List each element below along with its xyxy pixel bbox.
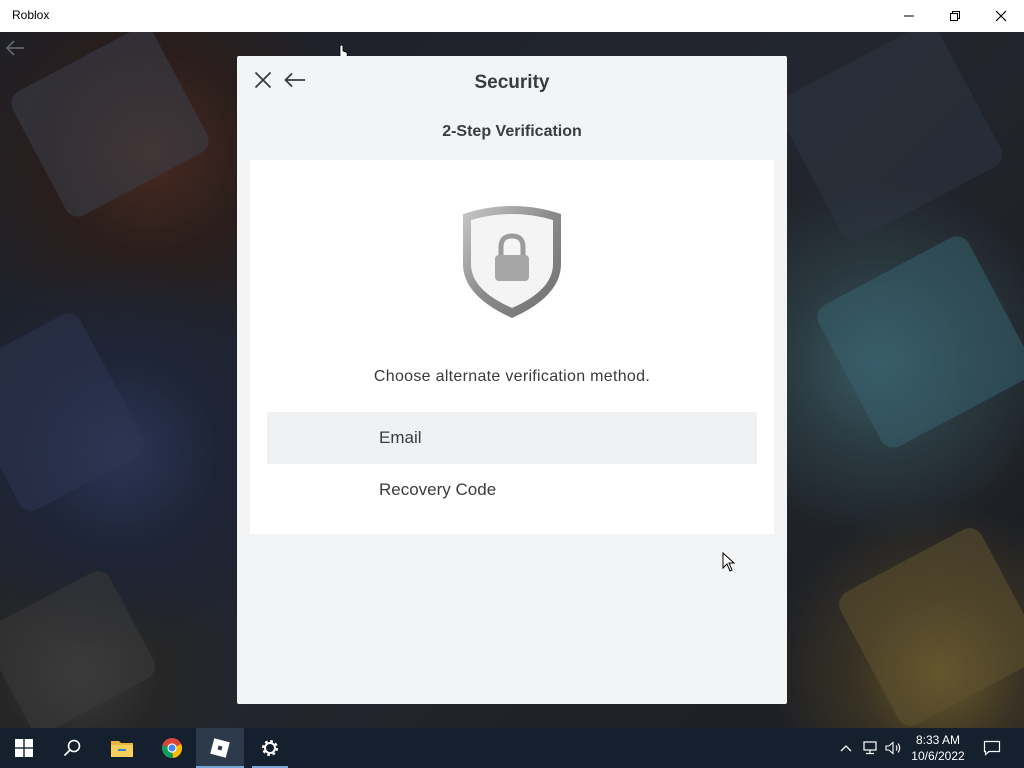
- taskbar-search-button[interactable]: [48, 728, 96, 768]
- volume-button[interactable]: [882, 728, 906, 768]
- taskbar: 8:33 AM 10/6/2022: [0, 728, 1024, 768]
- shield-lock-icon: [463, 206, 561, 318]
- taskbar-clock[interactable]: 8:33 AM 10/6/2022: [906, 732, 970, 764]
- start-button[interactable]: [0, 728, 48, 768]
- window-title: Roblox: [12, 8, 50, 22]
- restore-icon: [950, 11, 960, 21]
- clock-date: 10/6/2022: [911, 749, 965, 763]
- minimize-icon: [904, 15, 914, 17]
- show-hidden-icons-button[interactable]: [834, 728, 858, 768]
- minimize-button[interactable]: [886, 0, 932, 32]
- clock-time: 8:33 AM: [915, 733, 961, 747]
- chrome-button[interactable]: [148, 728, 196, 768]
- window-titlebar: Roblox: [0, 0, 1024, 32]
- mouse-pointer-icon: [722, 552, 736, 572]
- settings-taskbar-button[interactable]: [246, 728, 294, 768]
- file-explorer-button[interactable]: [98, 728, 146, 768]
- roblox-icon: [210, 738, 230, 758]
- verification-prompt: Choose alternate verification method.: [373, 368, 651, 385]
- network-button[interactable]: [858, 728, 882, 768]
- windows-start-icon: [15, 739, 33, 757]
- security-modal: Security 2-Step Verification Choose alte…: [237, 56, 787, 704]
- chrome-icon: [162, 738, 183, 759]
- restore-button[interactable]: [932, 0, 978, 32]
- chevron-up-icon: [840, 745, 852, 752]
- background-tile: [0, 566, 160, 728]
- background-tile: [6, 32, 214, 222]
- window-close-button[interactable]: [978, 0, 1024, 32]
- network-icon: [863, 741, 877, 755]
- modal-subtitle: 2-Step Verification: [442, 123, 582, 140]
- recovery-code-option[interactable]: Recovery Code: [267, 464, 757, 516]
- email-option-label: Email: [379, 428, 422, 447]
- file-explorer-icon: [111, 741, 133, 757]
- background-tile: [0, 308, 150, 516]
- search-icon: [63, 739, 81, 757]
- recovery-code-option-label: Recovery Code: [379, 480, 497, 499]
- action-center-icon: [983, 740, 1001, 756]
- background-tile: [812, 231, 1024, 453]
- verification-card: Choose alternate verification method. Em…: [250, 160, 774, 534]
- background-tile: [772, 32, 1008, 245]
- volume-icon: [885, 741, 901, 755]
- settings-gear-icon: [262, 740, 278, 756]
- background-tile: [834, 523, 1024, 728]
- action-center-button[interactable]: [978, 728, 1006, 768]
- back-arrow-icon[interactable]: [4, 38, 26, 58]
- modal-title: Security: [474, 72, 550, 93]
- roblox-taskbar-button[interactable]: [196, 728, 244, 768]
- email-option[interactable]: Email: [267, 412, 757, 464]
- close-icon: [995, 10, 1007, 22]
